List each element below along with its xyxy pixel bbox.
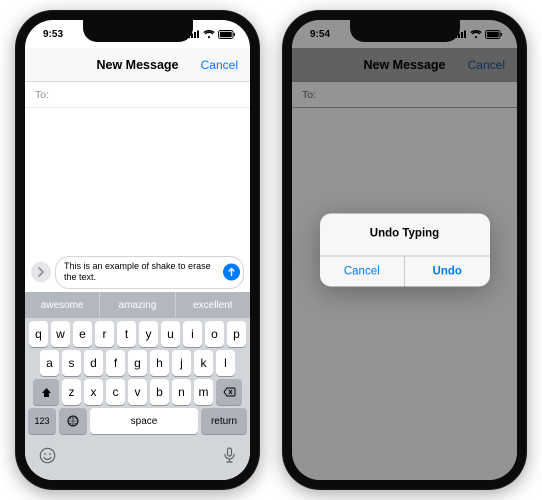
to-field-row[interactable]: To: <box>25 82 250 108</box>
compose-row: This is an example of shake to erase the… <box>31 256 244 289</box>
nav-bar: New Message Cancel <box>25 48 250 82</box>
key-u[interactable]: u <box>161 321 180 347</box>
key-h[interactable]: h <box>150 350 169 376</box>
key-c[interactable]: c <box>106 379 125 405</box>
to-label: To: <box>35 89 49 101</box>
key-l[interactable]: l <box>216 350 235 376</box>
send-button[interactable] <box>223 264 240 281</box>
key-e[interactable]: e <box>73 321 92 347</box>
key-s[interactable]: s <box>62 350 81 376</box>
space-key[interactable]: space <box>90 408 198 434</box>
key-v[interactable]: v <box>128 379 147 405</box>
iphone-right: 9:54 New Message Cancel To: Undo Typ <box>282 10 527 490</box>
status-indicators <box>188 30 236 39</box>
alert-buttons: Cancel Undo <box>320 256 490 287</box>
status-indicators <box>455 30 503 39</box>
keyboard-row: a s d f g h j k l <box>25 347 250 376</box>
predictive-bar: awesome amazing excellent <box>25 292 250 318</box>
keyboard-bottom-bar <box>25 434 250 480</box>
battery-icon <box>218 30 236 39</box>
wifi-icon <box>470 30 482 39</box>
key-f[interactable]: f <box>106 350 125 376</box>
keyboard-row: q w e r t y u i o p <box>25 318 250 347</box>
dictation-icon[interactable] <box>223 447 236 467</box>
nav-title: New Message <box>97 58 179 72</box>
numeric-key[interactable]: 123 <box>28 408 56 434</box>
alert-cancel-button[interactable]: Cancel <box>320 257 405 287</box>
key-r[interactable]: r <box>95 321 114 347</box>
predictive-suggestion[interactable]: excellent <box>176 292 250 318</box>
alert-title: Undo Typing <box>320 214 490 256</box>
key-w[interactable]: w <box>51 321 70 347</box>
keyboard-row: z x c v b n m <box>25 376 250 405</box>
shift-key[interactable] <box>33 379 59 405</box>
key-d[interactable]: d <box>84 350 103 376</box>
key-i[interactable]: i <box>183 321 202 347</box>
key-g[interactable]: g <box>128 350 147 376</box>
status-time: 9:54 <box>310 29 344 40</box>
backspace-key[interactable] <box>216 379 242 405</box>
keyboard-row: 123 space return <box>25 405 250 434</box>
key-m[interactable]: m <box>194 379 213 405</box>
key-t[interactable]: t <box>117 321 136 347</box>
screen: 9:54 New Message Cancel To: Undo Typ <box>292 20 517 480</box>
key-y[interactable]: y <box>139 321 158 347</box>
screen: 9:53 New Message Cancel To: <box>25 20 250 480</box>
status-time: 9:53 <box>43 29 77 40</box>
key-x[interactable]: x <box>84 379 103 405</box>
undo-alert: Undo Typing Cancel Undo <box>320 214 490 287</box>
battery-icon <box>485 30 503 39</box>
key-z[interactable]: z <box>62 379 81 405</box>
predictive-suggestion[interactable]: awesome <box>25 292 100 318</box>
message-input[interactable]: This is an example of shake to erase the… <box>55 256 244 289</box>
return-key[interactable]: return <box>201 408 247 434</box>
key-o[interactable]: o <box>205 321 224 347</box>
keyboard: awesome amazing excellent q w e r t y u … <box>25 292 250 480</box>
expand-apps-button[interactable] <box>31 262 51 282</box>
key-q[interactable]: q <box>29 321 48 347</box>
notch <box>350 20 460 42</box>
wifi-icon <box>203 30 215 39</box>
iphone-left: 9:53 New Message Cancel To: <box>15 10 260 490</box>
key-k[interactable]: k <box>194 350 213 376</box>
key-j[interactable]: j <box>172 350 191 376</box>
emoji-key[interactable] <box>59 408 87 434</box>
alert-undo-button[interactable]: Undo <box>404 257 490 287</box>
message-text: This is an example of shake to erase the… <box>64 261 211 282</box>
cancel-button[interactable]: Cancel <box>201 58 238 72</box>
key-b[interactable]: b <box>150 379 169 405</box>
key-p[interactable]: p <box>227 321 246 347</box>
predictive-suggestion[interactable]: amazing <box>100 292 175 318</box>
notch <box>83 20 193 42</box>
key-a[interactable]: a <box>40 350 59 376</box>
emoji-icon[interactable] <box>39 447 56 467</box>
key-n[interactable]: n <box>172 379 191 405</box>
